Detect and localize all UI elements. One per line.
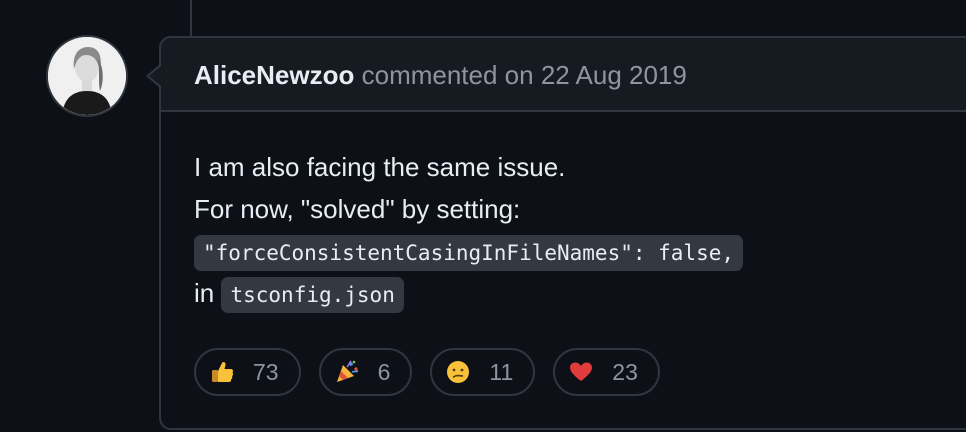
body-line-3: "forceConsistentCasingInFileNames": fals…	[194, 230, 744, 272]
red-heart-icon	[570, 362, 593, 381]
comment-header: AliceNewzoo commented on 22 Aug 2019	[161, 38, 966, 112]
reaction-heart[interactable]: 23	[553, 348, 660, 396]
reaction-confused[interactable]: 11	[430, 348, 536, 396]
reaction-hooray[interactable]: 6	[318, 348, 413, 396]
avatar-portrait	[48, 37, 126, 115]
author-link[interactable]: AliceNewzoo	[194, 60, 354, 90]
reaction-count: 23	[612, 358, 638, 385]
confused-face-icon	[447, 361, 470, 383]
reaction-count: 11	[489, 358, 514, 385]
body-line-1: I am also facing the same issue.	[194, 152, 566, 182]
inline-code-filename: tsconfig.json	[221, 277, 404, 313]
comment-box: AliceNewzoo commented on 22 Aug 2019 I a…	[159, 36, 966, 430]
body-line-2: For now, "solved" by setting:	[194, 194, 521, 224]
body-line-4: in tsconfig.json	[194, 272, 743, 314]
comment-header-text: AliceNewzoo commented on 22 Aug 2019	[194, 60, 687, 91]
body-line-4-prefix: in	[194, 278, 215, 308]
reaction-thumbs-up[interactable]: 73	[194, 348, 301, 396]
reactions-bar: 73 6 11 23	[194, 348, 660, 396]
comment-timestamp[interactable]: commented on 22 Aug 2019	[362, 60, 687, 90]
thumbs-up-icon	[212, 361, 234, 382]
comment-body: I am also facing the same issue. For now…	[194, 146, 744, 314]
avatar[interactable]	[46, 35, 128, 117]
reaction-count: 73	[253, 358, 279, 385]
inline-code-setting: "forceConsistentCasingInFileNames": fals…	[194, 235, 744, 271]
comment-pointer-fill	[149, 66, 161, 86]
reaction-count: 6	[377, 358, 391, 385]
timeline-line	[190, 0, 192, 36]
party-popper-icon	[336, 360, 358, 382]
